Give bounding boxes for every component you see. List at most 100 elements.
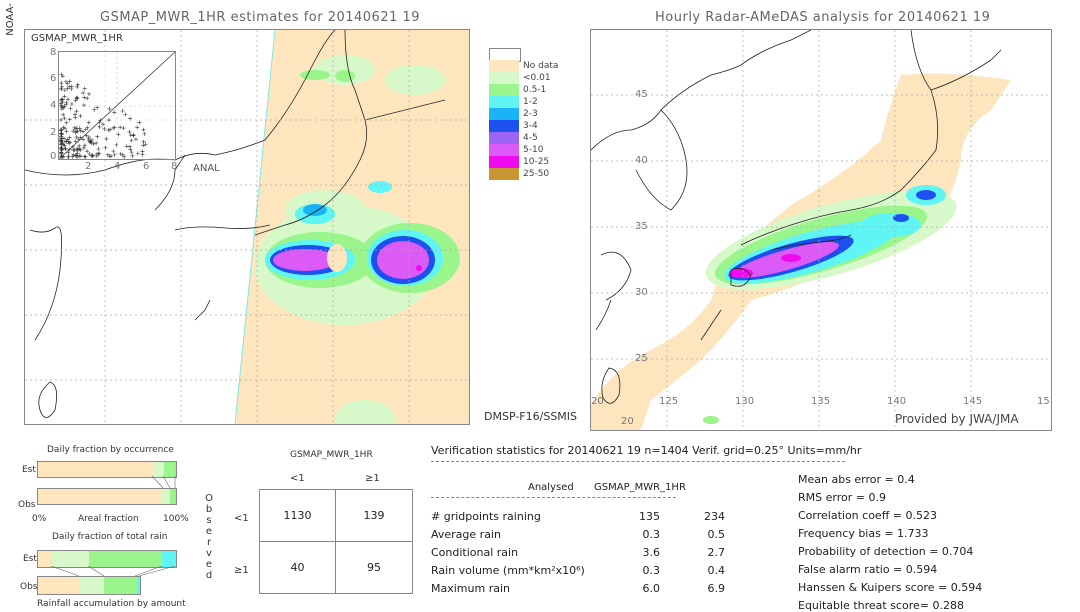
left-map-panel: GSMAP_MWR_1HR 8 6 4 2 0 2 4 6 8 ANAL	[24, 29, 470, 425]
contingency-cell: 95	[367, 561, 381, 574]
contingency-col-label: ≥1	[365, 473, 380, 484]
scatter-point	[123, 112, 128, 117]
data-credit: Provided by JWA/JMA	[895, 412, 1019, 426]
total-rain-est-label: Est	[23, 554, 37, 564]
scatter-point	[135, 151, 140, 156]
legend-label: No data	[523, 61, 559, 71]
legend-item: 25-50	[489, 168, 564, 180]
legend-swatch	[489, 84, 519, 96]
legend-item: 4-5	[489, 132, 564, 144]
stat-gsmap: 0.4	[707, 564, 726, 577]
total-rain-obs-label: Obs	[20, 582, 38, 592]
scatter-point	[81, 90, 86, 95]
occurrence-axis-label: Areal fraction	[78, 514, 139, 524]
scatter-point	[87, 91, 92, 96]
legend-swatch	[489, 132, 519, 144]
scatter-point	[114, 142, 119, 147]
scatter-point	[75, 82, 80, 87]
scatter-point	[98, 118, 103, 123]
stat-analysed: 0.3	[642, 564, 661, 577]
stat-analysed: 6.0	[642, 582, 661, 595]
lat-tick: 45	[635, 89, 648, 100]
scatter-point	[118, 125, 123, 130]
inset-x-tick: 4	[114, 161, 121, 172]
scatter-point	[86, 120, 91, 125]
observed-side-label: Observed	[203, 493, 215, 581]
bar-segment	[38, 577, 80, 594]
occurrence-obs-label: Obs	[18, 500, 36, 510]
inset-x-label: ANAL	[193, 163, 220, 174]
legend-item: 3-4	[489, 120, 564, 132]
scatter-point	[94, 141, 99, 146]
legend-label: 5-10	[523, 145, 544, 155]
bar-segment	[104, 577, 137, 594]
legend-label: 1-2	[523, 97, 538, 107]
scatter-point	[107, 106, 112, 111]
occurrence-axis-right: 100%	[163, 514, 189, 524]
bar-segment	[152, 462, 164, 477]
lon-tick: 140	[887, 396, 907, 407]
lon-tick: 125	[659, 396, 679, 407]
stat-gsmap: 2.7	[707, 546, 726, 559]
scatter-point	[106, 118, 111, 123]
stat-label: Conditional rain	[431, 546, 519, 559]
scatter-point	[82, 86, 87, 91]
bar-segment	[79, 577, 105, 594]
occurrence-axis-left: 0%	[32, 514, 47, 524]
total-rain-footer: Rainfall accumulation by amount	[37, 599, 186, 609]
bar-segment	[38, 551, 52, 567]
scatter-point	[78, 135, 83, 140]
scatter-point	[120, 108, 125, 113]
legend-swatch	[489, 168, 519, 180]
legend-swatch	[489, 156, 519, 168]
score-line: Probability of detection = 0.704	[798, 545, 974, 558]
scatter-point	[118, 151, 123, 156]
scatter-point	[85, 149, 90, 154]
scatter-point	[59, 131, 64, 136]
stat-label: Rain volume (mm*km²x10⁶)	[431, 564, 585, 577]
scatter-point	[112, 152, 117, 157]
scatter-point	[91, 141, 96, 146]
bar-segment	[163, 462, 175, 477]
legend-item: 5-10	[489, 144, 564, 156]
scatter-point	[59, 84, 64, 89]
observed-letter: r	[206, 537, 212, 548]
legend-label: 0.5-1	[523, 85, 547, 95]
scatter-point	[68, 106, 73, 111]
right-map-title: Hourly Radar-AMeDAS analysis for 2014062…	[655, 10, 991, 25]
scatter-point	[59, 117, 64, 122]
legend-item: 1-2	[489, 96, 564, 108]
legend-swatch	[489, 60, 519, 72]
legend-swatch	[489, 120, 519, 132]
bar-segment	[51, 551, 90, 567]
scatter-point	[69, 102, 74, 107]
total-rain-title: Daily fraction of total rain	[52, 532, 168, 542]
lat-tick: 40	[635, 155, 648, 166]
legend-item: 0.5-1	[489, 84, 564, 96]
scatter-point	[96, 147, 101, 152]
occurrence-est-label: Est	[22, 465, 36, 475]
scatter-point	[131, 132, 136, 137]
inset-y-tick: 8	[50, 47, 57, 58]
inset-y-tick: 6	[50, 73, 57, 84]
legend-label: 10-25	[523, 157, 550, 167]
score-line: Mean abs error = 0.4	[798, 473, 915, 486]
color-legend: No data <0.01 0.5-1 1-2 2-3 3-4 4-5 5-10 10-25 25…	[489, 48, 564, 182]
scatter-point	[111, 149, 116, 154]
scatter-point	[59, 81, 64, 86]
contingency-cell: 139	[363, 509, 385, 522]
observed-letter: s	[206, 515, 212, 526]
scatter-point	[97, 151, 102, 156]
inset-x-tick: 2	[85, 161, 92, 172]
column-divider	[431, 497, 676, 498]
scatter-point	[82, 143, 87, 148]
scatter-point	[127, 144, 132, 149]
stat-gsmap: 0.5	[707, 528, 726, 541]
lat-tick: 25	[635, 353, 648, 364]
scatter-point	[89, 154, 94, 159]
rain-area-heavy	[377, 241, 429, 279]
satellite-side-label: NOAA-	[4, 3, 16, 36]
score-line: False alarm ratio = 0.594	[798, 563, 938, 576]
scatter-point	[140, 149, 145, 154]
inset-y-tick: 4	[50, 100, 57, 111]
